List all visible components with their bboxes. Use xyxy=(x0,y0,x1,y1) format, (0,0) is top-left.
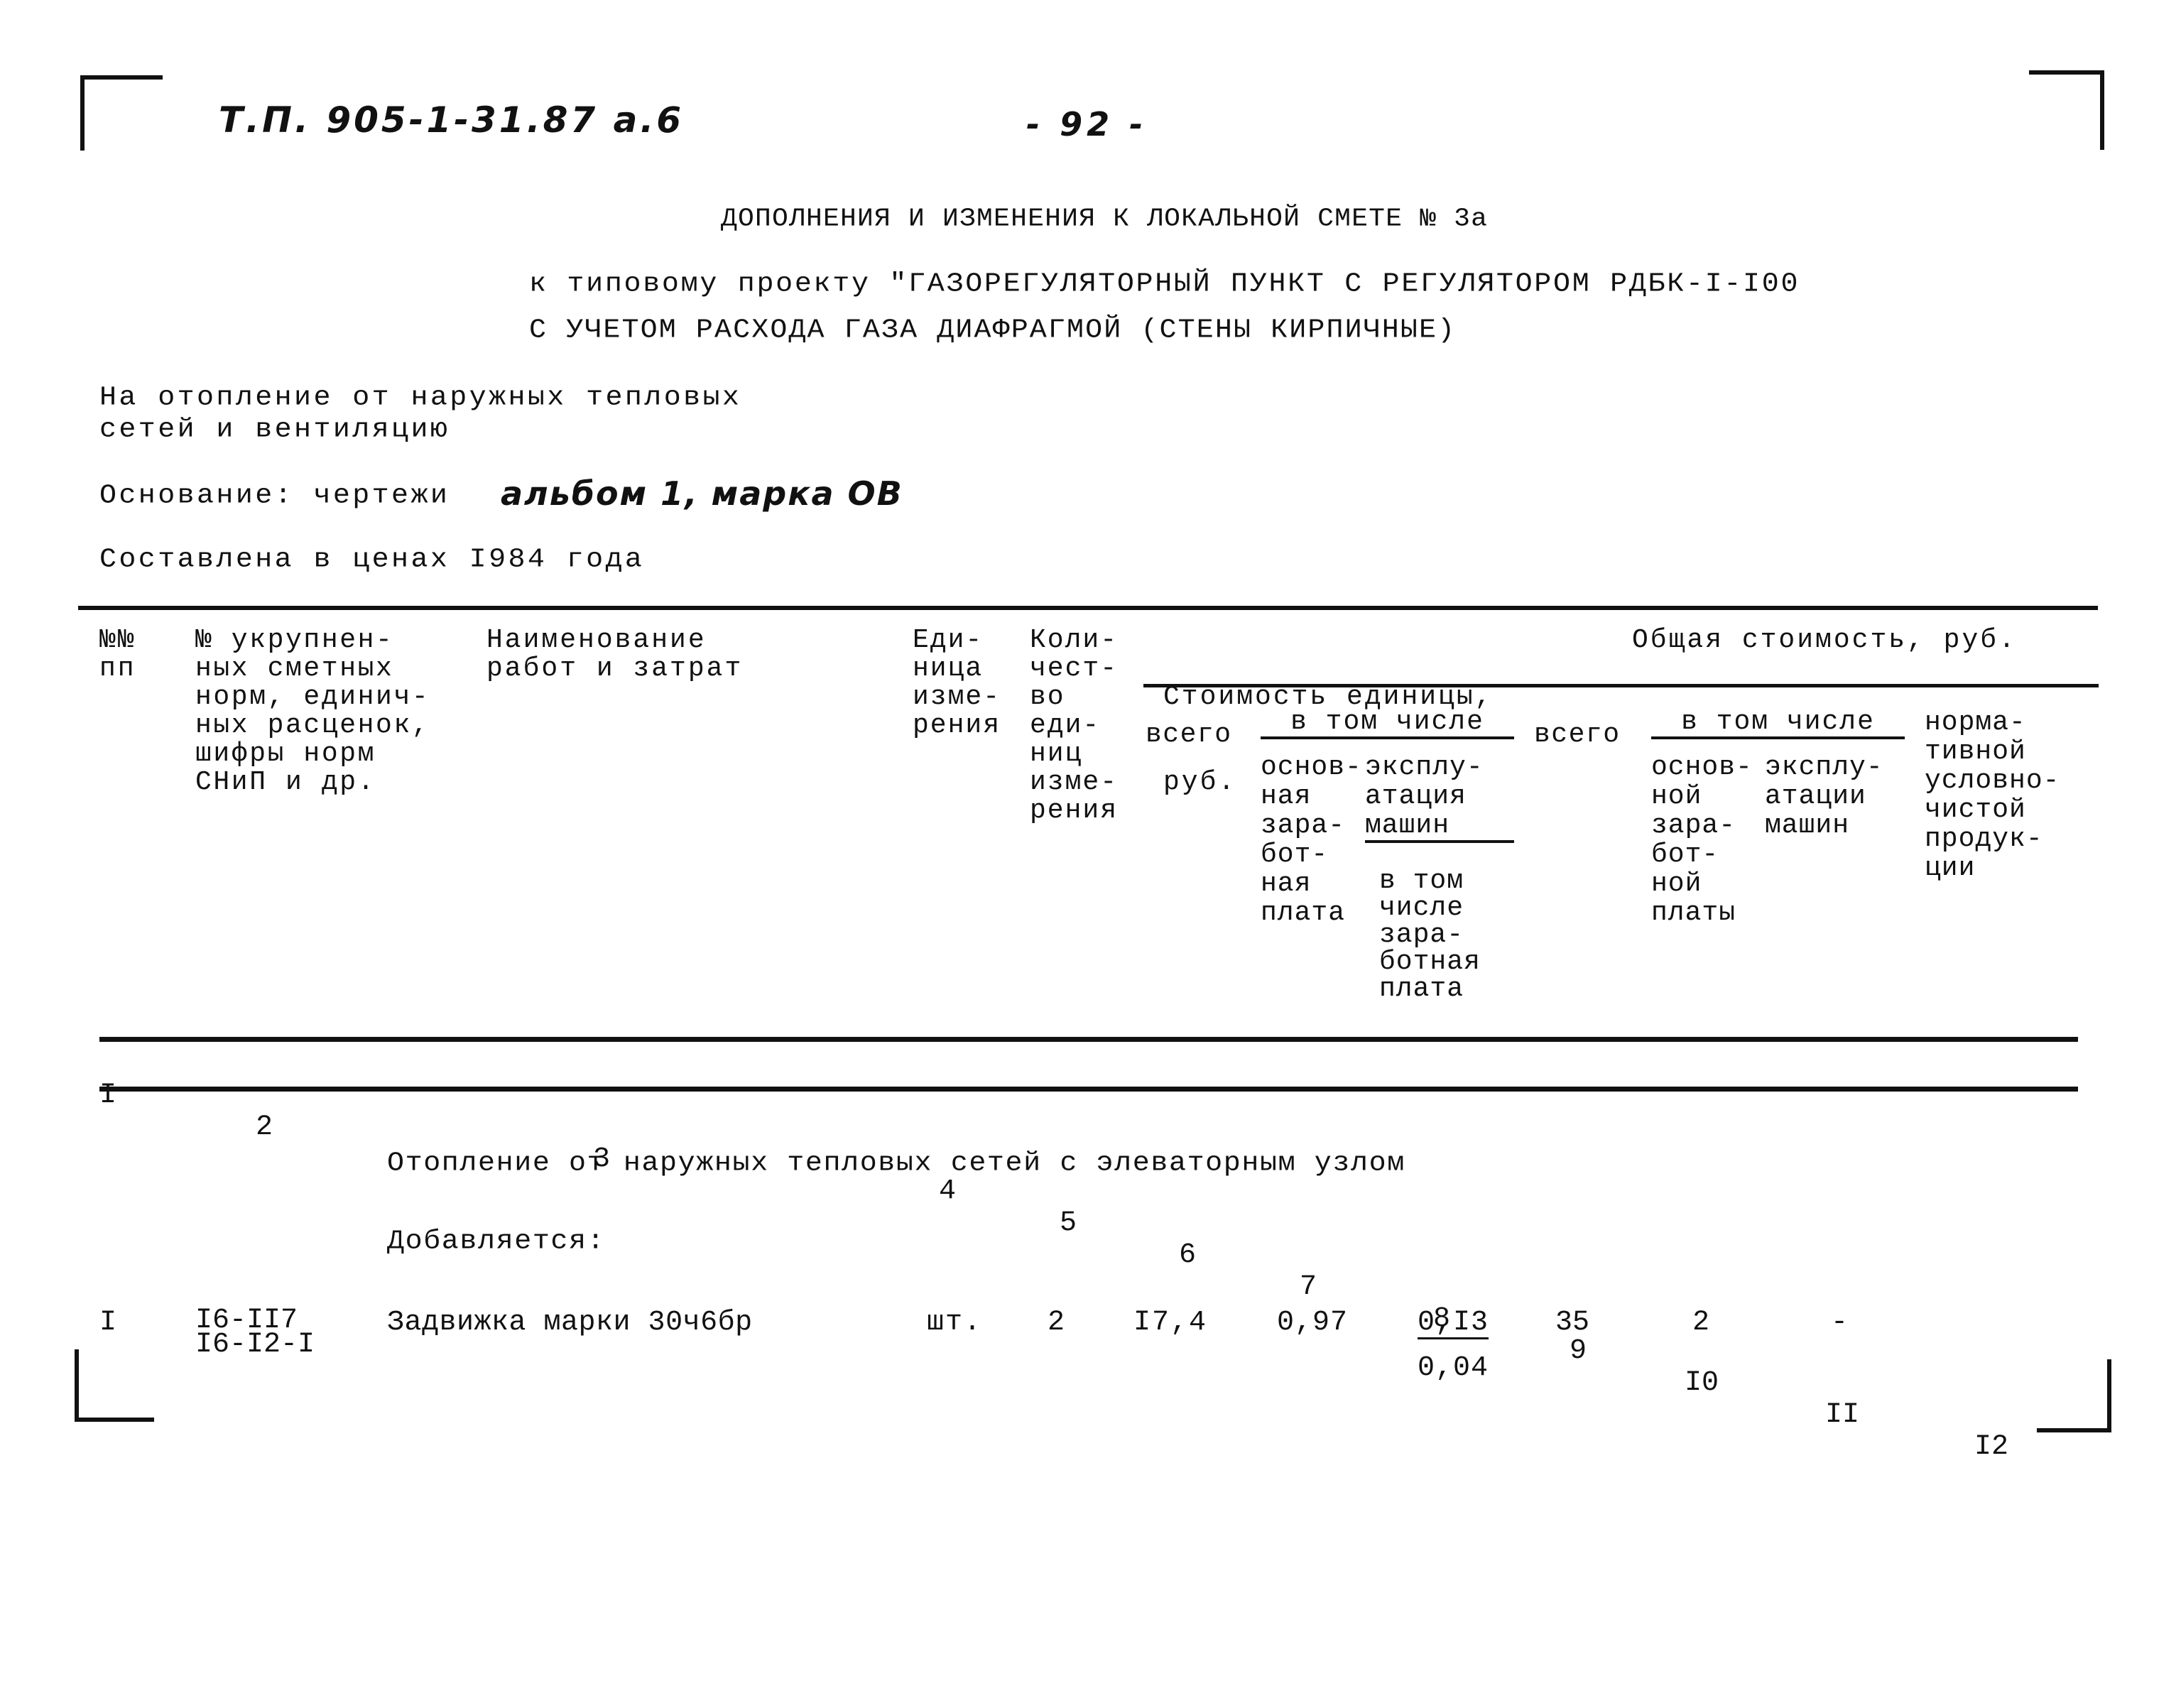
corner-bracket-top-left xyxy=(80,75,163,80)
row-unit-total: I7,4 xyxy=(1133,1307,1208,1339)
column-numbers-row: I 2 3 4 5 6 7 8 9 I0 II I2 xyxy=(99,1048,2078,1463)
column-number: I xyxy=(99,1079,117,1111)
column-number: 2 xyxy=(256,1111,273,1143)
header-col-12: норма- тивной условно- чистой продук- ци… xyxy=(1925,707,2060,883)
header-total-incl: в том числе xyxy=(1651,708,1905,739)
header-total-cost-group: Общая стоимость, руб. xyxy=(1632,625,2017,656)
header-col-6: всего xyxy=(1146,719,1232,750)
row-unit-wage: 0,97 xyxy=(1277,1307,1349,1339)
header-col-2: № укрупнен- ных сметных норм, единич- ны… xyxy=(195,625,430,798)
column-numbers-bottom-rule xyxy=(99,1087,2078,1092)
document-title: ДОПОЛНЕНИЯ И ИЗМЕНЕНИЯ К ЛОКАЛЬНОЙ СМЕТЕ… xyxy=(721,205,1489,234)
header-col-3: Наименование работ и затрат xyxy=(486,625,744,684)
corner-bracket-top-left-vertical xyxy=(80,75,85,151)
document-code: Т.П. 905-1-31.87 а.6 xyxy=(219,99,685,141)
header-unit-incl: в том числе xyxy=(1261,708,1514,739)
section-title: Отопление от наружных тепловых сетей с э… xyxy=(387,1148,1405,1179)
document-subtitle-line1: к типовому проекту "ГАЗОРЕГУЛЯТОРНЫЙ ПУН… xyxy=(529,269,1800,300)
column-number: II xyxy=(1825,1399,1860,1431)
row-qty: 2 xyxy=(1048,1307,1065,1339)
header-bottom-rule xyxy=(99,1037,2078,1042)
basis-label: Основание: чертежи xyxy=(99,481,450,511)
corner-bracket-top-right-vertical xyxy=(2100,70,2104,150)
row-name: Задвижка марки 30ч6бр xyxy=(387,1307,753,1339)
row-codes: I6-II7 I6-I2-I xyxy=(195,1305,315,1361)
table-top-rule xyxy=(78,606,2098,610)
row-total-machines: - xyxy=(1831,1307,1849,1339)
subsection-title: Добавляется: xyxy=(387,1226,606,1257)
corner-bracket-bottom-right-horizontal xyxy=(2037,1428,2111,1432)
basis-value: альбом 1, марка ОВ xyxy=(501,474,903,513)
row-total-wage: 2 xyxy=(1692,1307,1710,1339)
column-number: 7 xyxy=(1300,1271,1317,1303)
header-col-7: основ- ная зара- бот- ная плата xyxy=(1261,752,1362,928)
header-col-5: Коли- чест- во еди- ниц изме- рения xyxy=(1030,625,1119,826)
row-unit-machines: 0,I3 xyxy=(1418,1307,1489,1339)
column-number: I2 xyxy=(1974,1431,2009,1463)
page-number: - 92 - xyxy=(1026,105,1148,143)
column-number: 6 xyxy=(1179,1239,1197,1271)
row-total: 35 xyxy=(1555,1307,1590,1339)
row-unit: шт. xyxy=(927,1307,983,1339)
row-number: I xyxy=(99,1307,117,1339)
table-row: I I6-II7 I6-I2-I Задвижка марки 30ч6бр ш… xyxy=(0,1305,2181,1394)
purpose-line1: На отопление от наружных тепловых xyxy=(99,383,742,413)
column-number: 4 xyxy=(939,1175,957,1207)
header-col-1: №№ пп xyxy=(99,625,136,684)
header-col-8-top: эксплу- атация машин xyxy=(1365,753,1514,843)
document-subtitle-line2: С УЧЕТОМ РАСХОДА ГАЗА ДИАФРАГМОЙ (СТЕНЫ … xyxy=(529,315,1457,346)
row-unit-machines-wage: 0,04 xyxy=(1418,1352,1489,1384)
purpose-line2: сетей и вентиляцию xyxy=(99,415,450,445)
header-col-9: всего xyxy=(1534,719,1621,750)
header-col-8-bottom: в том числе зара- ботная плата xyxy=(1379,866,1481,1004)
column-number: 5 xyxy=(1060,1207,1077,1239)
prices-note: Составлена в ценах I984 года xyxy=(99,545,645,575)
corner-bracket-top-right xyxy=(2029,70,2104,75)
header-col-11: эксплу- атации машин xyxy=(1765,752,1883,841)
header-col-4: Еди- ница изме- рения xyxy=(913,625,1001,741)
header-col-10: основ- ной зара- бот- ной платы xyxy=(1651,752,1753,928)
